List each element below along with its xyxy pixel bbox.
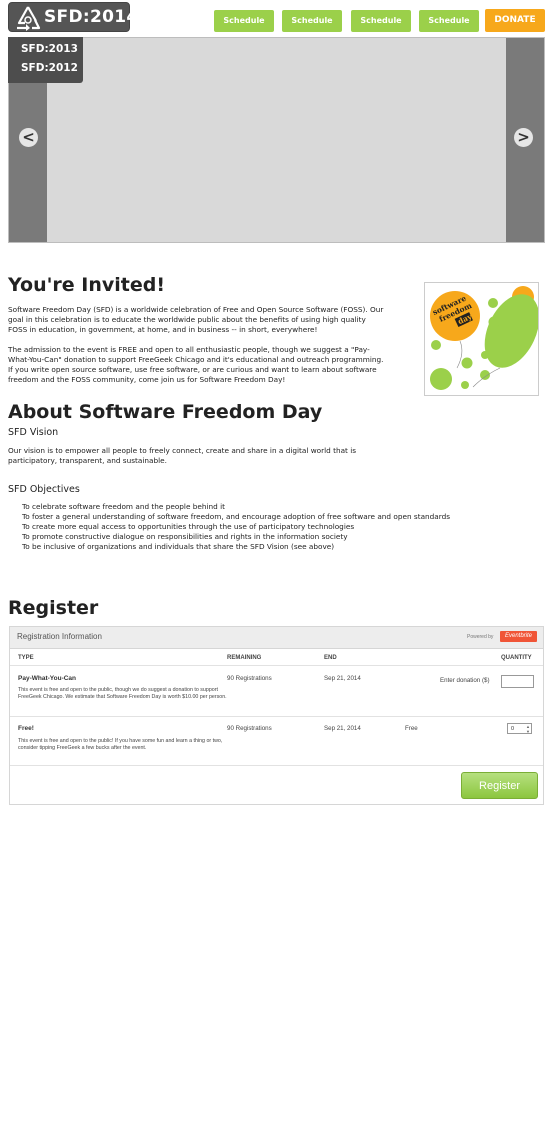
register-heading: Register	[8, 597, 99, 619]
ticket-end-date: Sep 21, 2014	[324, 725, 361, 732]
eventbrite-logo[interactable]: Eventbrite	[500, 631, 537, 642]
donate-button[interactable]: DONATE	[485, 9, 545, 32]
quantity-value: 0	[511, 726, 515, 732]
nav-schedule-1[interactable]: Schedule	[214, 10, 274, 32]
logo-text: SFD:2014	[44, 7, 139, 27]
quantity-select[interactable]: 0 ▲ ▼	[507, 723, 532, 734]
invite-paragraph-1: Software Freedom Day (SFD) is a worldwid…	[8, 305, 384, 334]
ticket-remaining: 90 Registrations	[227, 725, 272, 732]
slider-next-button[interactable]: >	[514, 128, 533, 147]
column-header-type: TYPE	[18, 655, 34, 661]
eventbrite-widget: Registration Information Powered by Even…	[9, 626, 544, 805]
column-header-end: END	[324, 655, 337, 661]
vision-text: Our vision is to empower all people to f…	[8, 446, 357, 465]
nav-schedule-2[interactable]: Schedule	[282, 10, 342, 32]
objective-item: To create more equal access to opportuni…	[22, 522, 355, 531]
sfd-balloon-badge: software freedom day	[424, 282, 539, 396]
donation-label: Enter donation ($)	[440, 677, 490, 684]
column-header-remaining: REMAINING	[227, 655, 262, 661]
column-header-quantity: QUANTITY	[501, 655, 532, 661]
objective-item: To celebrate software freedom and the pe…	[22, 502, 225, 511]
ticket-description: This event is free and open to the publi…	[18, 738, 223, 751]
nav-schedule-4[interactable]: Schedule	[419, 10, 479, 32]
ticket-end-date: Sep 21, 2014	[324, 675, 361, 682]
slider-prev-button[interactable]: <	[19, 128, 38, 147]
invite-paragraph-2: The admission to the event is FREE and o…	[8, 345, 384, 384]
about-heading: About Software Freedom Day	[8, 401, 323, 423]
register-button[interactable]: Register	[461, 772, 538, 799]
donation-amount-input[interactable]	[501, 675, 534, 688]
nav-schedule-3[interactable]: Schedule	[351, 10, 411, 32]
slider-right-panel: >	[506, 38, 544, 242]
divider	[10, 765, 543, 766]
divider	[10, 665, 543, 666]
objective-item: To be inclusive of organizations and ind…	[22, 542, 335, 551]
sfd-logo[interactable]: SFD:2014	[8, 2, 138, 32]
year-link-2012[interactable]: SFD:2012	[21, 62, 78, 74]
ticket-name: Free!	[18, 725, 34, 732]
year-link-2013[interactable]: SFD:2013	[21, 43, 78, 55]
objectives-list: To celebrate software freedom and the pe…	[22, 502, 450, 552]
objective-item: To promote constructive dialogue on resp…	[22, 532, 348, 541]
widget-title: Registration Information	[17, 632, 102, 641]
vision-heading: SFD Vision	[8, 427, 59, 438]
invite-heading: You're Invited!	[8, 274, 166, 296]
ticket-price: Free	[405, 725, 418, 732]
powered-by-text: Powered by	[467, 634, 494, 640]
widget-header: Registration Information Powered by Even…	[10, 627, 543, 649]
objectives-heading: SFD Objectives	[8, 484, 80, 495]
ticket-name: Pay-What-You-Can	[18, 675, 77, 682]
year-menu: SFD:2013 SFD:2012	[8, 37, 83, 83]
image-slider: < > SFD:2013 SFD:2012	[8, 37, 545, 243]
stepper-arrows-icon: ▲ ▼	[526, 724, 530, 734]
ticket-remaining: 90 Registrations	[227, 675, 272, 682]
objective-item: To foster a general understanding of sof…	[22, 512, 451, 521]
divider	[10, 716, 543, 717]
recycle-icon	[17, 6, 41, 31]
ticket-description: This event is free and open to the publi…	[18, 687, 227, 700]
